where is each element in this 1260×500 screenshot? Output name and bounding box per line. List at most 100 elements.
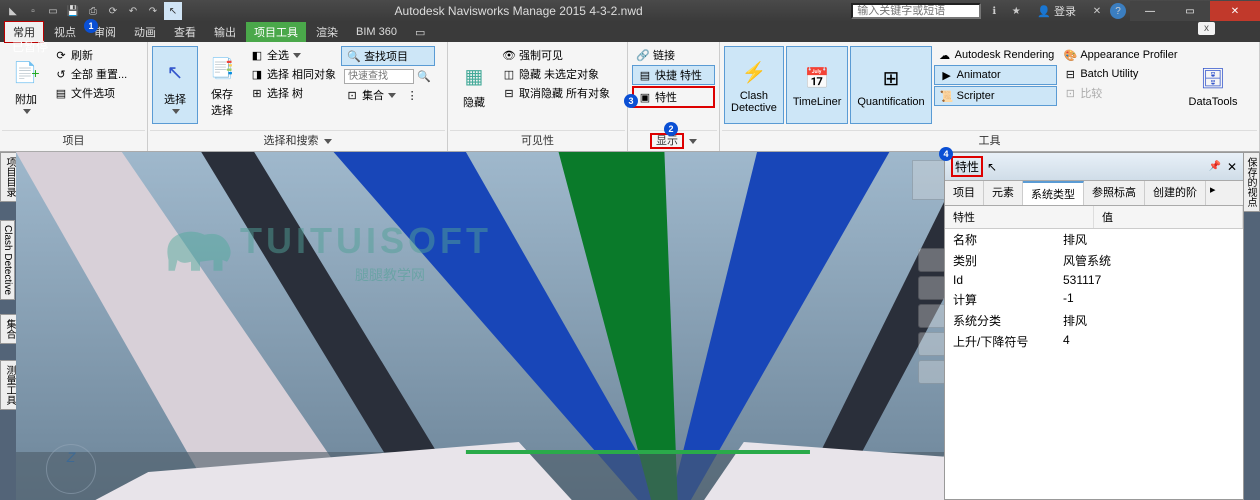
prop-tab-systype[interactable]: 系统类型 [1023, 181, 1084, 205]
select-same-button[interactable]: ◨选择 相同对象 [246, 65, 339, 83]
cursor-icon[interactable]: ↖ [164, 2, 182, 20]
file-icon: ▤ [53, 85, 69, 101]
prop-val: -1 [1063, 291, 1074, 308]
info-icon[interactable]: ℹ [985, 2, 1003, 20]
pin-icon[interactable]: 📌 [1208, 161, 1220, 172]
cmp-icon: ⊡ [1062, 85, 1078, 101]
animator-button[interactable]: ▶Animator [934, 65, 1058, 85]
properties-button[interactable]: ▣特性 [632, 86, 715, 108]
panel-title-tools: 工具 [722, 130, 1257, 149]
panel-title-project: 项目 [2, 130, 145, 149]
unhide-all-button[interactable]: ⊟取消隐藏 所有对象 [498, 84, 613, 102]
redo-icon[interactable]: ↷ [144, 2, 162, 20]
panel-close-button[interactable]: ✕ [1227, 160, 1237, 174]
script-icon: 📜 [939, 88, 955, 104]
nav-wheel-icon[interactable] [918, 248, 946, 272]
open-icon[interactable]: ▭ [44, 2, 62, 20]
property-row[interactable]: 计算-1 [945, 289, 1243, 310]
maximize-button[interactable]: ▭ [1170, 1, 1210, 21]
compass-widget[interactable]: Z [46, 444, 96, 494]
app-menu-icon[interactable]: ◣ [4, 2, 22, 20]
property-row[interactable]: Id531117 [945, 271, 1243, 289]
hide-unselected-button[interactable]: ◫隐藏 未选定对象 [498, 65, 613, 83]
properties-header: 特性 值 [945, 206, 1243, 229]
select-all-button[interactable]: ◧全选 [246, 46, 339, 64]
property-row[interactable]: 名称排风 [945, 229, 1243, 250]
minimize-button[interactable]: — [1130, 1, 1170, 21]
save-icon[interactable]: 💾 [64, 2, 82, 20]
login-button[interactable]: 👤 登录 [1029, 3, 1084, 19]
tab-render[interactable]: 渲染 [308, 22, 346, 42]
hide-button[interactable]: ▦ 隐藏 [452, 46, 496, 124]
quick-find-input[interactable] [344, 69, 414, 84]
star-icon[interactable]: ★ [1007, 2, 1025, 20]
batch-utility-button[interactable]: ⊟Batch Utility [1059, 65, 1180, 83]
reset-all-button[interactable]: ↺全部 重置... [50, 65, 130, 83]
find-items-button[interactable]: 🔍查找项目 [341, 46, 435, 66]
panel-visibility: ▦ 隐藏 👁强制可见 ◫隐藏 未选定对象 ⊟取消隐藏 所有对象 可见性 [448, 42, 628, 151]
tab-bim360[interactable]: BIM 360 [348, 24, 405, 40]
tab-project-tools[interactable]: 项目工具 [246, 22, 306, 42]
refresh-icon[interactable]: ⟳ [104, 2, 122, 20]
appearance-profiler-button[interactable]: 🎨Appearance Profiler [1059, 46, 1180, 64]
tab-video-icon[interactable]: ▭ [407, 24, 433, 41]
tab-scroll-right-icon[interactable]: ▸ [1206, 181, 1220, 205]
help-icon[interactable]: ? [1110, 3, 1126, 19]
prop-val: 风管系统 [1063, 252, 1111, 269]
close-tab-x[interactable]: x [1198, 22, 1215, 35]
property-row[interactable]: 系统分类排风 [945, 310, 1243, 331]
prop-tab-ref[interactable]: 参照标高 [1084, 181, 1145, 205]
sets-button[interactable]: ⊡集合 ⋮ [341, 86, 435, 104]
tab-anim[interactable]: 动画 [126, 22, 164, 42]
force-visible-button[interactable]: 👁强制可见 [498, 46, 613, 64]
select-button[interactable]: ↖ 选择 [152, 46, 198, 124]
ap-icon: 🎨 [1062, 47, 1078, 63]
exchange-icon[interactable]: ✕ [1088, 2, 1106, 20]
print-icon[interactable]: ⎙ [84, 2, 102, 20]
attach-icon: 📄+ [10, 57, 42, 89]
scripter-button[interactable]: 📜Scripter [934, 86, 1058, 106]
autodesk-rendering-button[interactable]: ☁Autodesk Rendering [934, 46, 1058, 64]
props-icon: ▣ [637, 89, 653, 105]
file-options-button[interactable]: ▤文件选项 [50, 84, 130, 102]
links-button[interactable]: 🔗链接 [632, 46, 715, 64]
orbit-icon[interactable] [918, 332, 946, 356]
prop-tab-element[interactable]: 元素 [984, 181, 1023, 205]
filter-icon[interactable]: ⋮ [404, 87, 420, 103]
datatools-button[interactable]: 🗄 DataTools [1183, 46, 1244, 124]
quick-access-toolbar: ◣ ▫ ▭ 💾 ⎙ ⟳ ↶ ↷ ↖ [0, 2, 186, 20]
quick-props-button[interactable]: ▤快捷 特性 [632, 65, 715, 85]
look-icon[interactable] [918, 360, 946, 384]
search-input[interactable] [851, 3, 981, 19]
undo-icon[interactable]: ↶ [124, 2, 142, 20]
panel-title-visibility: 可见性 [450, 130, 625, 149]
selection-tree-button[interactable]: ⊞选择 树 [246, 84, 339, 102]
tab-view[interactable]: 视点 [46, 22, 84, 42]
selsame-icon: ◨ [249, 66, 265, 82]
quick-find-row: 🔍 [341, 67, 435, 85]
quantification-button[interactable]: ⊞ Quantification [850, 46, 931, 124]
attach-button[interactable]: 📄+ 附加 [4, 46, 48, 124]
new-icon[interactable]: ▫ [24, 2, 42, 20]
properties-panel: 特性 ↖ 📌 ✕ 4 项目 元素 系统类型 参照标高 创建的阶 ▸ 特性 值 名… [944, 152, 1244, 500]
close-button[interactable]: ✕ [1210, 1, 1260, 21]
refresh-button[interactable]: ⟳刷新 [50, 46, 130, 64]
prop-key: 类别 [953, 252, 1063, 269]
property-row[interactable]: 类别风管系统 [945, 250, 1243, 271]
prop-tab-item[interactable]: 项目 [945, 181, 984, 205]
side-tab-clash[interactable]: Clash Detective [0, 220, 15, 300]
search-icon[interactable]: 🔍 [416, 68, 432, 84]
prop-val: 排风 [1063, 312, 1087, 329]
timeliner-button[interactable]: 📅 TimeLiner [786, 46, 849, 124]
save-selection-button[interactable]: 📑 保存 选择 [200, 46, 244, 124]
clash-detective-button[interactable]: ⚡ Clash Detective [724, 46, 784, 124]
prop-tab-phase[interactable]: 创建的阶 [1145, 181, 1206, 205]
pan-icon[interactable] [918, 276, 946, 300]
property-row[interactable]: 上升/下降符号4 [945, 331, 1243, 352]
user-icon: 👤 [1037, 6, 1051, 18]
ribbon: 📄+ 附加 ⟳刷新 ↺全部 重置... ▤文件选项 项目 ↖ 选择 📑 保存 选… [0, 42, 1260, 152]
zoom-icon[interactable] [918, 304, 946, 328]
tab-output[interactable]: 输出 [206, 22, 244, 42]
cursor-pointer-icon: ↖ [987, 160, 997, 174]
tab-look[interactable]: 查看 [166, 22, 204, 42]
